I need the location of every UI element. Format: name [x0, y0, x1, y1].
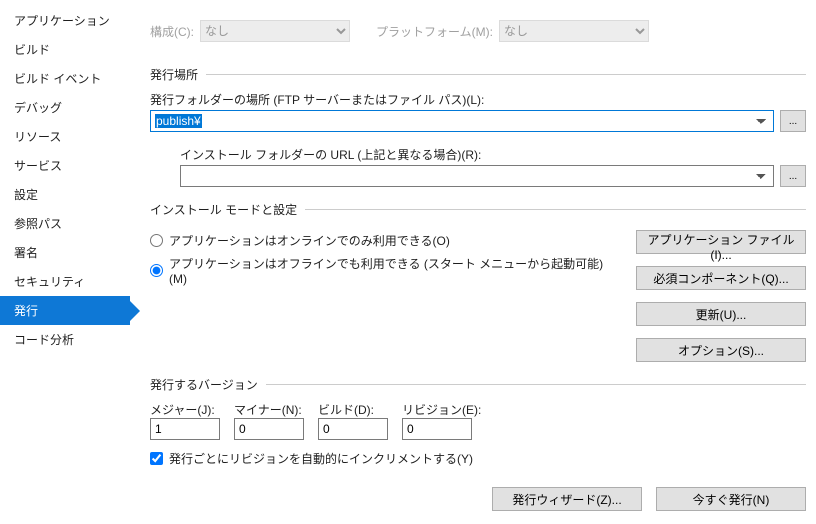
- publish-now-button[interactable]: 今すぐ発行(N): [656, 487, 806, 511]
- section-title: インストール モードと設定: [150, 201, 297, 218]
- install-url-input[interactable]: [180, 165, 774, 187]
- install-url-browse-button[interactable]: ...: [780, 165, 806, 187]
- divider: [266, 384, 806, 385]
- install-url-label: インストール フォルダーの URL (上記と異なる場合)(R):: [180, 146, 806, 163]
- platform-label: プラットフォーム(M):: [376, 23, 493, 40]
- section-title: 発行するバージョン: [150, 376, 258, 393]
- section-title: 発行場所: [150, 66, 198, 83]
- sidebar-item-application[interactable]: アプリケーション: [0, 6, 130, 35]
- publish-folder-label: 発行フォルダーの場所 (FTP サーバーまたはファイル パス)(L):: [150, 91, 806, 108]
- sidebar-item-signing[interactable]: 署名: [0, 238, 130, 267]
- sidebar-item-resources[interactable]: リソース: [0, 122, 130, 151]
- config-label: 構成(C):: [150, 23, 194, 40]
- sidebar-item-publish[interactable]: 発行: [0, 296, 130, 325]
- sidebar-item-code-analysis[interactable]: コード分析: [0, 325, 130, 354]
- radio-offline-label: アプリケーションはオフラインでも利用できる (スタート メニューから起動可能)(…: [169, 255, 616, 286]
- publish-folder-input[interactable]: publish¥: [150, 110, 774, 132]
- publish-folder-browse-button[interactable]: ...: [780, 110, 806, 132]
- auto-increment-checkbox[interactable]: [150, 452, 163, 465]
- sidebar-item-debug[interactable]: デバッグ: [0, 93, 130, 122]
- main-panel: 構成(C): なし プラットフォーム(M): なし 発行場所 発行フォルダーの場…: [130, 0, 816, 524]
- sidebar-item-reference-paths[interactable]: 参照パス: [0, 209, 130, 238]
- build-label: ビルド(D):: [318, 401, 388, 418]
- major-input[interactable]: [150, 418, 220, 440]
- build-input[interactable]: [318, 418, 388, 440]
- publish-wizard-button[interactable]: 発行ウィザード(Z)...: [492, 487, 642, 511]
- application-files-button[interactable]: アプリケーション ファイル(I)...: [636, 230, 806, 254]
- divider: [305, 209, 806, 210]
- platform-select: なし: [499, 20, 649, 42]
- radio-offline[interactable]: [150, 264, 163, 277]
- section-publish-location: 発行場所: [150, 66, 806, 83]
- sidebar-item-services[interactable]: サービス: [0, 151, 130, 180]
- config-row: 構成(C): なし プラットフォーム(M): なし: [150, 0, 806, 52]
- revision-input[interactable]: [402, 418, 472, 440]
- radio-online[interactable]: [150, 234, 163, 247]
- sidebar-item-security[interactable]: セキュリティ: [0, 267, 130, 296]
- config-select: なし: [200, 20, 350, 42]
- revision-label: リビジョン(E):: [402, 401, 481, 418]
- radio-online-label: アプリケーションはオンラインでのみ利用できる(O): [169, 232, 450, 249]
- minor-label: マイナー(N):: [234, 401, 304, 418]
- section-install-mode: インストール モードと設定: [150, 201, 806, 218]
- sidebar-item-build[interactable]: ビルド: [0, 35, 130, 64]
- minor-input[interactable]: [234, 418, 304, 440]
- updates-button[interactable]: 更新(U)...: [636, 302, 806, 326]
- sidebar-item-settings[interactable]: 設定: [0, 180, 130, 209]
- divider: [206, 74, 806, 75]
- prerequisites-button[interactable]: 必須コンポーネント(Q)...: [636, 266, 806, 290]
- sidebar: アプリケーション ビルド ビルド イベント デバッグ リソース サービス 設定 …: [0, 0, 130, 524]
- section-publish-version: 発行するバージョン: [150, 376, 806, 393]
- auto-increment-label: 発行ごとにリビジョンを自動的にインクリメントする(Y): [169, 450, 473, 467]
- options-button[interactable]: オプション(S)...: [636, 338, 806, 362]
- sidebar-item-build-events[interactable]: ビルド イベント: [0, 64, 130, 93]
- major-label: メジャー(J):: [150, 401, 220, 418]
